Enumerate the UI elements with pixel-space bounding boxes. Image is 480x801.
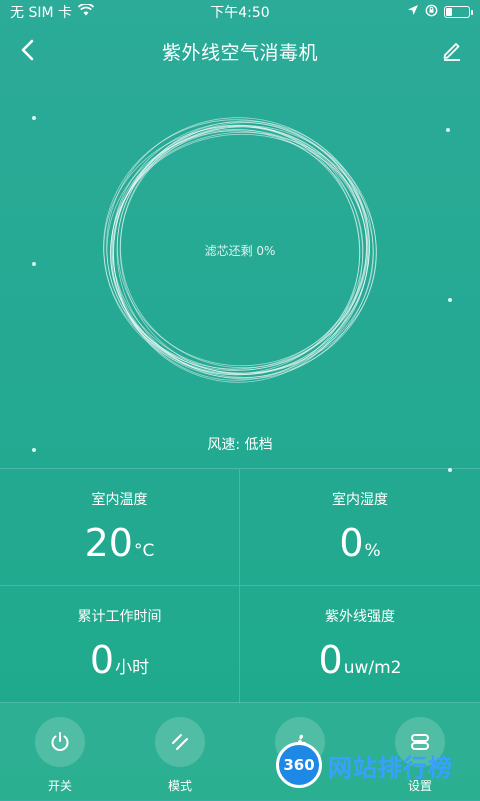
stat-value: 20 [84,521,133,565]
pencil-icon [443,43,460,61]
battery-icon [444,6,473,18]
status-bar: 无 SIM 卡 下午4:50 [0,0,480,24]
stat-value-row: 0uw/m2 [240,638,480,690]
stat-value-row: 0小时 [0,638,239,690]
stat-unit: % [364,541,381,561]
stat-unit: °C [133,541,155,561]
watermark: 360 网站排行榜 [276,742,476,788]
decor-dot [32,262,36,266]
location-icon [407,4,419,20]
tab-label: 模式 [167,779,192,793]
stat-value: 0 [318,638,343,682]
mode-icon [172,734,188,750]
tab-label: 开关 [47,779,72,793]
status-right [407,4,473,21]
stat-value-row: 20°C [0,521,239,573]
power-tab[interactable]: 开关 [20,717,100,794]
mode-button[interactable] [155,717,205,767]
power-icon [51,732,69,751]
edit-button[interactable] [438,36,466,64]
decor-dot [448,298,452,302]
watermark-badge: 360 [276,742,322,788]
stat-unit: 小时 [115,658,150,678]
stats-grid: 室内温度 20°C 室内湿度 0% 累计工作时间 0小时 紫外线强度 0uw/m… [0,468,480,703]
status-left: 无 SIM 卡 [10,2,95,22]
filter-remaining-label: 滤芯还剩 0% [204,244,276,258]
stat-value: 0 [339,521,364,565]
stat-uv-intensity: 紫外线强度 0uw/m2 [240,586,480,703]
stat-label: 累计工作时间 [77,609,162,625]
decor-dot [446,128,450,132]
stat-indoor-temperature: 室内温度 20°C [0,469,240,586]
mode-tab[interactable]: 模式 [140,717,220,794]
power-button[interactable] [35,717,85,767]
nav-bar: 紫外线空气消毒机 [0,28,480,72]
stat-indoor-humidity: 室内湿度 0% [240,469,480,586]
wind-speed-label: 风速: 低档 [207,437,273,453]
stat-value: 0 [89,638,115,682]
page-title: 紫外线空气消毒机 [161,42,318,64]
stat-label: 紫外线强度 [325,609,395,625]
stat-label: 室内温度 [91,492,148,508]
decor-dot [32,116,36,120]
wifi-icon [77,3,95,20]
stat-value-row: 0% [240,521,480,573]
stat-unit: uw/m2 [343,658,402,678]
carrier-text: 无 SIM 卡 [10,5,72,21]
stat-label: 室内湿度 [332,492,388,508]
stat-total-work-time: 累计工作时间 0小时 [0,586,240,703]
rotation-lock-icon [425,4,438,21]
watermark-text: 网站排行榜 [328,753,453,782]
